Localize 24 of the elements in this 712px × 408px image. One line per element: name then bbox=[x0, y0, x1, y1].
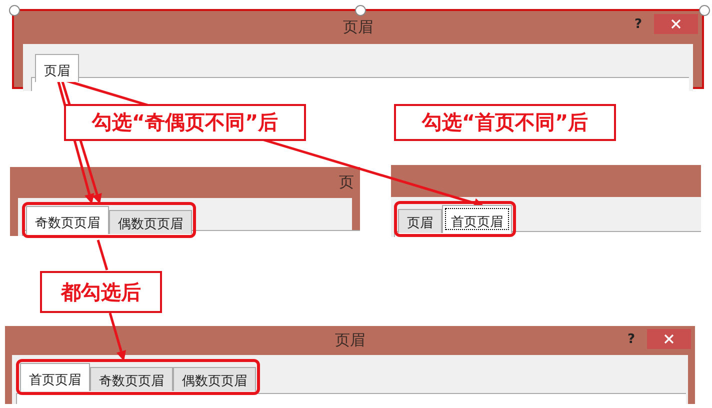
resize-handle[interactable] bbox=[699, 5, 710, 16]
window-title: 页 bbox=[339, 173, 354, 192]
tab[interactable]: 页眉 bbox=[398, 209, 442, 233]
close-button[interactable] bbox=[654, 14, 698, 34]
callout-label: 勾选“首页不同”后 bbox=[394, 104, 616, 141]
callout-label: 都勾选后 bbox=[40, 271, 162, 313]
tab[interactable]: 页眉 bbox=[35, 54, 79, 82]
tab[interactable]: 奇数页页眉 bbox=[90, 367, 173, 391]
tab[interactable]: 偶数页页眉 bbox=[109, 210, 192, 234]
resize-handle[interactable] bbox=[355, 5, 366, 16]
window-title: 页眉 bbox=[343, 18, 373, 37]
help-button[interactable]: ? bbox=[627, 332, 635, 346]
close-icon bbox=[671, 19, 681, 29]
resize-handle[interactable] bbox=[9, 5, 20, 16]
tab[interactable]: 首页页眉 bbox=[20, 363, 90, 391]
close-icon bbox=[664, 334, 674, 344]
tab[interactable]: 奇数页页眉 bbox=[26, 206, 109, 234]
help-button[interactable]: ? bbox=[634, 16, 642, 32]
window-title: 页眉 bbox=[335, 331, 365, 350]
tab[interactable]: 首页页眉 bbox=[442, 205, 512, 233]
callout-label: 勾选“奇偶页不同”后 bbox=[64, 104, 306, 141]
close-button[interactable] bbox=[647, 329, 691, 349]
leader-line bbox=[96, 240, 108, 270]
tab[interactable]: 偶数页页眉 bbox=[173, 367, 256, 391]
